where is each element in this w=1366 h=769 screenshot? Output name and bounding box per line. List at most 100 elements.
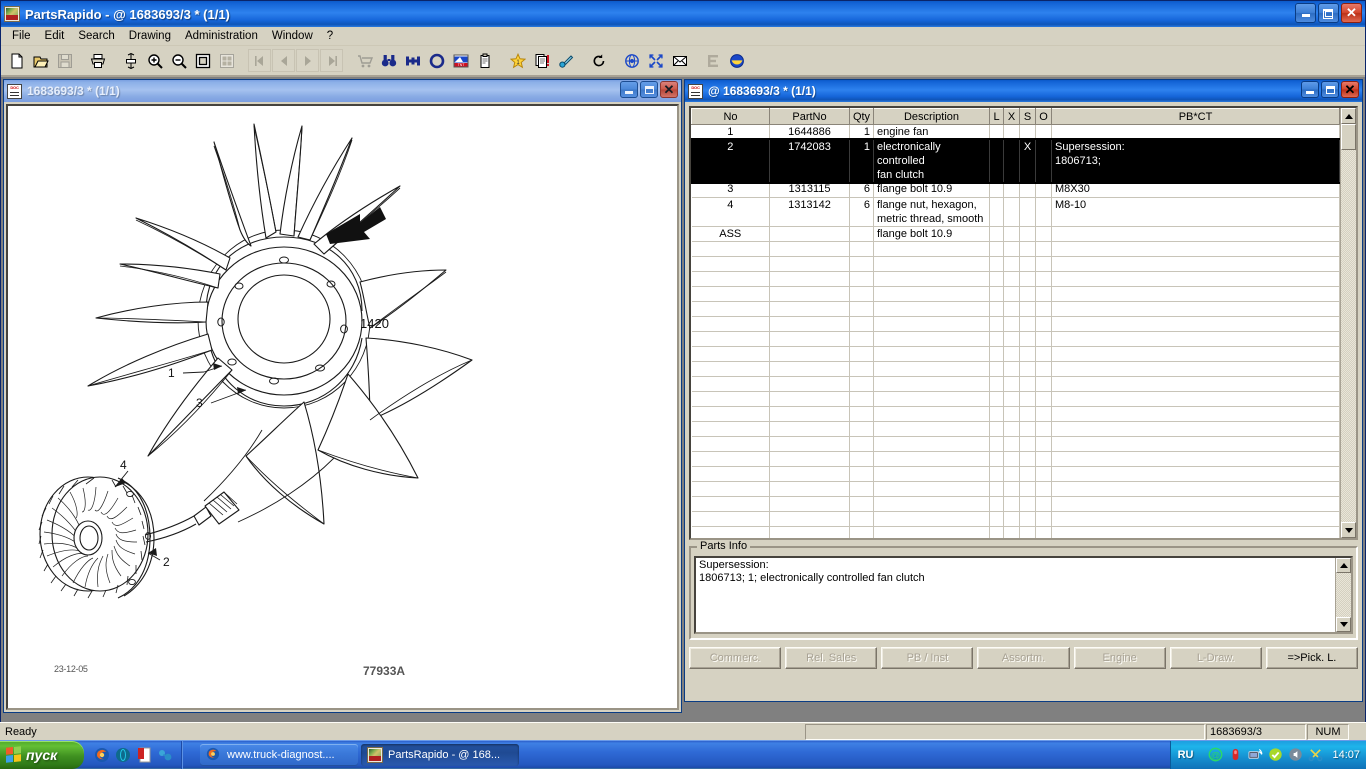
o-ring-icon[interactable]: [425, 49, 448, 72]
parts-info-scrollbar[interactable]: [1335, 558, 1351, 632]
table-row-empty[interactable]: [691, 421, 1340, 437]
table-row-empty[interactable]: [691, 376, 1340, 392]
parts-close-button[interactable]: ✕: [1341, 81, 1359, 98]
table-row-empty[interactable]: [691, 526, 1340, 538]
pdf-icon[interactable]: [136, 747, 152, 763]
column-header-s[interactable]: S: [1019, 108, 1036, 125]
parts-grid-scrollbar[interactable]: [1340, 108, 1356, 538]
volume-icon[interactable]: [1288, 747, 1303, 762]
column-header-partno[interactable]: PartNo: [769, 108, 850, 125]
usb-device-icon[interactable]: [1228, 747, 1243, 762]
flag-tnt-icon[interactable]: TNT: [449, 49, 472, 72]
table-row-empty[interactable]: [691, 391, 1340, 407]
main-titlebar[interactable]: PartsRapido - @ 1683693/3 * (1/1) ✕: [1, 1, 1365, 27]
new-document-icon[interactable]: [5, 49, 28, 72]
zoom-window-icon[interactable]: [191, 49, 214, 72]
drawing-maximize-button[interactable]: [640, 81, 658, 98]
restore-button[interactable]: [1318, 3, 1339, 23]
parts-grid[interactable]: No PartNo Qty Description L X S O PB*CT: [689, 106, 1358, 540]
table-row-empty[interactable]: [691, 256, 1340, 272]
network-icon[interactable]: [157, 747, 173, 763]
partsrapido-app-icon[interactable]: [4, 6, 20, 22]
shield-check-icon[interactable]: [1268, 747, 1283, 762]
taskbar-item-browser[interactable]: www.truck-diagnost....: [200, 743, 358, 766]
next-page-icon[interactable]: [296, 49, 319, 72]
column-header-x[interactable]: X: [1003, 108, 1020, 125]
table-row[interactable]: 4 1313142 6 flange nut, hexagon, metric thr…: [691, 197, 1340, 227]
table-row[interactable]: ASS flange bolt 10.9: [691, 226, 1340, 242]
table-row-empty[interactable]: [691, 346, 1340, 362]
previous-page-icon[interactable]: [272, 49, 295, 72]
taskbar-item-partsrapido[interactable]: PartsRapido - @ 168...: [361, 743, 519, 766]
column-header-qty[interactable]: Qty: [849, 108, 874, 125]
text-e-icon[interactable]: [701, 49, 724, 72]
column-header-description[interactable]: Description: [873, 108, 990, 125]
parts-info-textbox[interactable]: Supersession: 1806713; 1; electronically…: [694, 556, 1353, 634]
table-row-empty[interactable]: [691, 511, 1340, 527]
parts-info-scroll-down-button[interactable]: [1336, 617, 1351, 632]
smiley-icon[interactable]: [725, 49, 748, 72]
first-page-icon[interactable]: [248, 49, 271, 72]
table-row-empty[interactable]: [691, 301, 1340, 317]
table-row-empty[interactable]: [691, 481, 1340, 497]
menu-item-window[interactable]: Window: [265, 28, 320, 45]
last-page-icon[interactable]: [320, 49, 343, 72]
expand-arrows-icon[interactable]: [644, 49, 667, 72]
favorites-star-icon[interactable]: 1: [506, 49, 529, 72]
table-row-empty[interactable]: [691, 241, 1340, 257]
print-icon[interactable]: [86, 49, 109, 72]
chassis-icon[interactable]: [401, 49, 424, 72]
close-button[interactable]: ✕: [1341, 3, 1362, 23]
menu-item-help[interactable]: ?: [320, 28, 340, 45]
minimize-button[interactable]: [1295, 3, 1316, 23]
shopping-cart-icon[interactable]: [353, 49, 376, 72]
menu-item-administration[interactable]: Administration: [178, 28, 265, 45]
table-row-empty[interactable]: [691, 466, 1340, 482]
globe-target-icon[interactable]: [620, 49, 643, 72]
table-row[interactable]: 2 1742083 1 electronically controlled fan c…: [691, 137, 1340, 184]
table-row-empty[interactable]: [691, 436, 1340, 452]
column-header-l[interactable]: L: [989, 108, 1004, 125]
menu-item-search[interactable]: Search: [71, 28, 121, 45]
drawing-window-titlebar[interactable]: 1683693/3 * (1/1) ✕: [4, 80, 681, 102]
drawing-close-button[interactable]: ✕: [660, 81, 678, 98]
table-row[interactable]: 3 1313115 6 flange bolt 10.9 M8X30: [691, 182, 1340, 198]
fit-height-icon[interactable]: [119, 49, 142, 72]
save-disk-icon[interactable]: [53, 49, 76, 72]
table-row-empty[interactable]: [691, 361, 1340, 377]
pick-pen-icon[interactable]: [554, 49, 577, 72]
column-header-no[interactable]: No: [691, 108, 770, 125]
copy-notes-icon[interactable]: [530, 49, 553, 72]
scroll-down-button[interactable]: [1341, 522, 1356, 538]
scroll-up-button[interactable]: [1341, 108, 1356, 124]
start-button[interactable]: пуск: [0, 740, 84, 769]
drawing-viewport[interactable]: 1420 1 3 4 2 23-12-05 77933A: [6, 104, 679, 710]
mail-icon[interactable]: [668, 49, 691, 72]
table-row-empty[interactable]: [691, 331, 1340, 347]
menu-item-file[interactable]: File: [5, 28, 38, 45]
table-row-empty[interactable]: [691, 286, 1340, 302]
drawing-minimize-button[interactable]: [620, 81, 638, 98]
thumbnails-icon[interactable]: [215, 49, 238, 72]
pick-list-button[interactable]: =>Pick. L.: [1265, 647, 1358, 669]
zoom-in-icon[interactable]: [143, 49, 166, 72]
open-folder-icon[interactable]: [29, 49, 52, 72]
firefox-icon[interactable]: [94, 747, 110, 763]
parts-info-scroll-up-button[interactable]: [1336, 558, 1351, 573]
column-header-o[interactable]: O: [1035, 108, 1052, 125]
parts-maximize-button[interactable]: [1321, 81, 1339, 98]
table-row-empty[interactable]: [691, 451, 1340, 467]
parts-minimize-button[interactable]: [1301, 81, 1319, 98]
menu-item-drawing[interactable]: Drawing: [122, 28, 178, 45]
table-row-empty[interactable]: [691, 316, 1340, 332]
clock[interactable]: 14:07: [1332, 749, 1360, 761]
network-activity-icon[interactable]: [1248, 747, 1263, 762]
table-row-empty[interactable]: [691, 271, 1340, 287]
refresh-icon[interactable]: [587, 49, 610, 72]
zoom-out-icon[interactable]: [167, 49, 190, 72]
language-indicator[interactable]: RU: [1178, 749, 1194, 761]
scrollbar-track[interactable]: [1341, 124, 1356, 522]
column-header-pbct[interactable]: PB*CT: [1051, 108, 1340, 125]
scissors-icon[interactable]: [1308, 747, 1323, 762]
clipboard-icon[interactable]: [473, 49, 496, 72]
